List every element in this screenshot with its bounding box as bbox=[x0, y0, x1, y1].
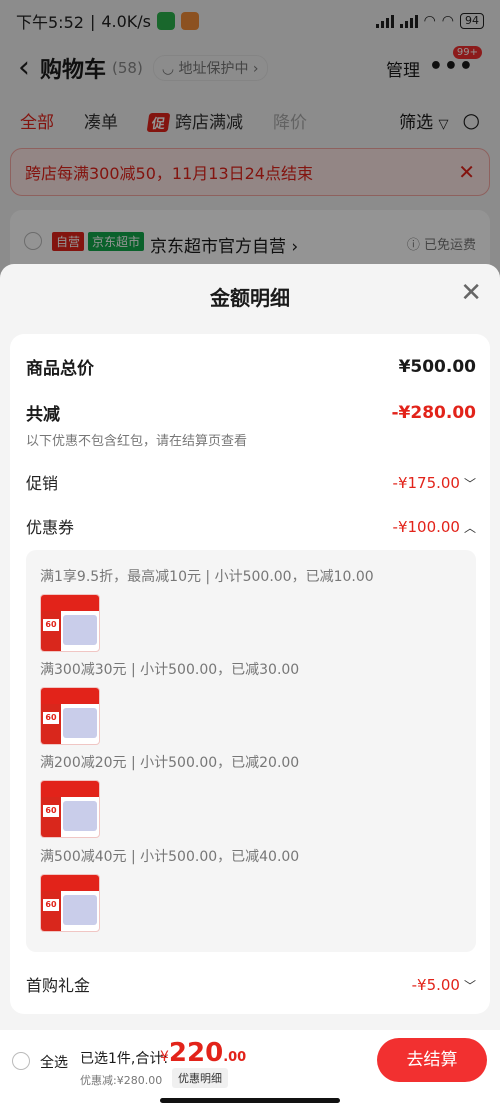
checkout-button[interactable]: 去结算 bbox=[377, 1038, 487, 1082]
chevron-up-icon: ︿ bbox=[463, 520, 476, 535]
reduce-row: 共减 -¥280.00 bbox=[26, 400, 477, 426]
product-thumbnail[interactable]: 60 bbox=[40, 687, 100, 745]
coupon-row[interactable]: 优惠券 -¥100.00 ︿ bbox=[26, 514, 476, 538]
total-row: 商品总价 ¥500.00 bbox=[26, 354, 476, 380]
amount-detail-sheet: 金额明细 ✕ 商品总价 ¥500.00 共减 -¥280.00 以下优惠不包含红… bbox=[0, 264, 500, 1111]
discount-detail-button[interactable]: 优惠明细 bbox=[172, 1068, 228, 1088]
total-price: ¥220.00 bbox=[160, 1038, 246, 1068]
coupon-label: 优惠券 bbox=[26, 518, 75, 537]
coupon-condition: 满500减40元 | 小计500.00，已减40.00 bbox=[40, 849, 300, 865]
discount-summary: 优惠减:¥280.00 bbox=[80, 1074, 163, 1087]
coupon-condition: 满300减30元 | 小计500.00，已减30.00 bbox=[40, 662, 300, 678]
select-all-label[interactable]: 全选 bbox=[40, 1052, 68, 1072]
chevron-down-icon: ﹀ bbox=[463, 476, 476, 491]
total-decimal: .00 bbox=[223, 1050, 247, 1065]
sheet-title: 金额明细 bbox=[210, 286, 290, 310]
gift-label: 首购礼金 bbox=[26, 976, 91, 995]
promo-amount: -¥175.00 bbox=[392, 473, 460, 492]
total-amount: ¥500.00 bbox=[398, 356, 476, 377]
product-thumbnail[interactable]: 60 bbox=[40, 874, 100, 932]
coupon-amount: -¥100.00 bbox=[392, 517, 460, 536]
promo-row[interactable]: 促销 -¥175.00 ﹀ bbox=[26, 470, 476, 494]
gift-amount: -¥5.00 bbox=[411, 975, 460, 994]
product-thumbnail[interactable]: 60 bbox=[40, 594, 100, 652]
select-all-checkbox[interactable] bbox=[12, 1052, 30, 1070]
amount-card: 商品总价 ¥500.00 共减 -¥280.00 以下优惠不包含红包，请在结算页… bbox=[10, 334, 490, 1014]
total-label: 商品总价 bbox=[26, 359, 94, 379]
product-thumbnail[interactable]: 60 bbox=[40, 780, 100, 838]
coupon-detail-box: 满1享9.5折，最高减10元 | 小计500.00，已减10.00 60 满30… bbox=[26, 550, 476, 952]
coupon-condition: 满200减20元 | 小计500.00，已减20.00 bbox=[40, 755, 300, 771]
close-icon[interactable]: ✕ bbox=[460, 278, 482, 308]
coupon-condition: 满1享9.5折，最高减10元 | 小计500.00，已减10.00 bbox=[40, 569, 374, 585]
home-indicator[interactable] bbox=[160, 1098, 340, 1103]
reduce-amount: -¥280.00 bbox=[391, 402, 477, 423]
total-integer: 220 bbox=[168, 1038, 224, 1068]
selected-summary: 已选1件,合计: bbox=[80, 1051, 169, 1067]
currency-symbol: ¥ bbox=[160, 1049, 169, 1065]
chevron-down-icon: ﹀ bbox=[463, 978, 476, 993]
reduce-note: 以下优惠不包含红包，请在结算页查看 bbox=[26, 434, 248, 449]
reduce-label: 共减 bbox=[26, 405, 60, 425]
first-purchase-gift-row[interactable]: 首购礼金 -¥5.00 ﹀ bbox=[26, 972, 476, 996]
promo-label: 促销 bbox=[26, 474, 59, 493]
